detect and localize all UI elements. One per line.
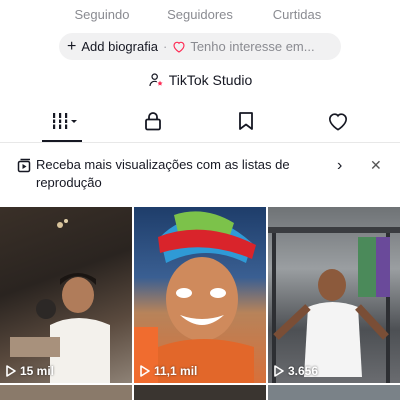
- stat-following-value: [47, 0, 157, 4]
- video-grid: 15 mil 11,1 mil 3.656: [0, 207, 400, 400]
- video-thumbnail[interactable]: 15 mil: [0, 207, 132, 383]
- stat-followers-label: Seguidores: [167, 7, 233, 22]
- video-views: 11,1 mil: [140, 364, 197, 378]
- tabs-divider: [0, 142, 400, 143]
- stat-likes[interactable]: Curtidas: [242, 0, 352, 22]
- profile-stats: Seguindo Seguidores Curtidas: [0, 0, 400, 22]
- video-views: 3.656: [274, 364, 318, 378]
- playlist-banner[interactable]: Receba mais visualizações com as listas …: [0, 150, 400, 200]
- close-icon[interactable]: ✕: [370, 157, 382, 174]
- video-thumbnail[interactable]: 3.656: [268, 207, 400, 383]
- separator-dot: ·: [162, 39, 168, 54]
- play-icon: [140, 365, 150, 377]
- plus-icon: +: [67, 37, 77, 55]
- thumbnail-art: [10, 219, 110, 383]
- tab-videos[interactable]: [34, 108, 94, 138]
- video-views-count: 15 mil: [20, 364, 55, 378]
- stat-following-label: Seguindo: [74, 7, 130, 22]
- playlist-banner-text: Receba mais visualizações com as listas …: [36, 157, 290, 190]
- video-views: 15 mil: [6, 364, 54, 378]
- video-thumbnail[interactable]: [0, 385, 132, 400]
- stat-followers[interactable]: Seguidores: [145, 0, 255, 22]
- tab-private[interactable]: [123, 108, 183, 138]
- play-icon: [274, 365, 284, 377]
- video-thumbnail[interactable]: [268, 385, 400, 400]
- heart-icon: [327, 111, 349, 136]
- interests-label: Tenho interesse em...: [190, 39, 315, 54]
- tab-liked[interactable]: [308, 108, 368, 138]
- lock-icon: [144, 111, 162, 136]
- bookmark-icon: [238, 111, 254, 136]
- thumbnail-art: [134, 211, 256, 383]
- stat-followers-value: [145, 0, 255, 4]
- video-views-count: 11,1 mil: [154, 364, 198, 378]
- add-bio-pill[interactable]: + Add biografia · Tenho interesse em...: [59, 33, 341, 60]
- thumbnail-art: [268, 227, 400, 383]
- play-icon: [6, 365, 16, 377]
- profile-tabs: [0, 108, 400, 138]
- heart-outline-icon: [172, 40, 186, 53]
- video-thumbnail[interactable]: 11,1 mil: [134, 207, 266, 383]
- chevron-right-icon[interactable]: ›: [337, 157, 342, 175]
- stat-likes-label: Curtidas: [272, 7, 322, 22]
- tiktok-studio-link[interactable]: TikTok Studio: [0, 72, 400, 88]
- stat-likes-value: [242, 0, 352, 4]
- tiktok-studio-label: TikTok Studio: [168, 72, 253, 88]
- video-thumbnail[interactable]: [134, 385, 266, 400]
- video-views-count: 3.656: [288, 364, 319, 378]
- add-bio-label: Add biografia: [81, 39, 158, 54]
- playlist-icon: [16, 158, 32, 179]
- stat-following[interactable]: Seguindo: [47, 0, 157, 22]
- grid-bars-icon: [50, 111, 78, 136]
- tab-saved[interactable]: [216, 108, 276, 138]
- person-star-icon: [148, 72, 164, 88]
